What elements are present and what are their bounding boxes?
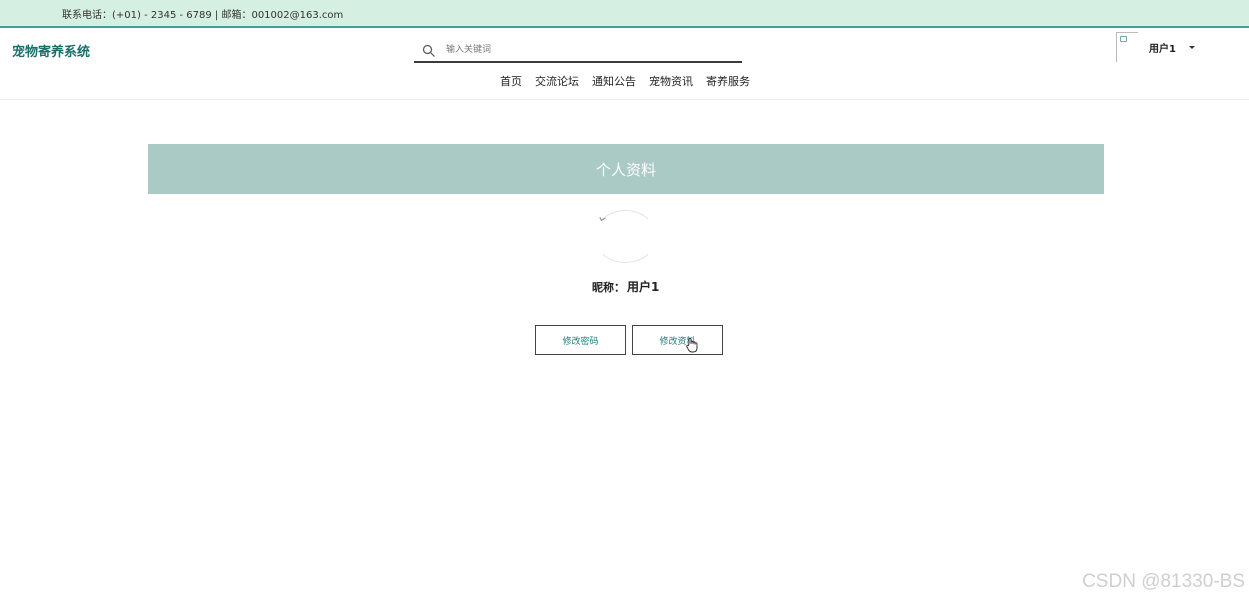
site-header: 宠物寄养系统 首页 交流论坛 通知公告 宠物资讯 寄养服务 用户1 [0,28,1249,100]
avatar[interactable] [1116,32,1138,62]
nickname-label: 昵称： [592,281,625,294]
top-contact-bar: 联系电话：(+01) - 2345 - 6789 | 邮箱：001002@163… [0,0,1249,28]
contact-info-text: 联系电话：(+01) - 2345 - 6789 | 邮箱：001002@163… [62,9,344,21]
change-password-button[interactable]: 修改密码 [535,325,626,355]
profile-avatar [594,210,657,263]
search-input[interactable] [446,39,726,60]
page-title: 个人资料 [595,160,656,179]
nav-item-forum[interactable]: 交流论坛 [535,73,579,89]
search-bar [414,38,742,63]
main-nav: 首页 交流论坛 通知公告 宠物资讯 寄养服务 [500,73,750,89]
nickname-row: 昵称： 用户1 [592,278,659,295]
nav-item-notices[interactable]: 通知公告 [592,73,636,89]
site-brand[interactable]: 宠物寄养系统 [12,41,90,60]
profile-header-banner: 个人资料 [148,144,1104,194]
nav-item-pet-news[interactable]: 宠物资讯 [649,73,693,89]
user-name[interactable]: 用户1 [1149,40,1176,55]
hand-cursor-icon [686,337,698,353]
search-icon[interactable] [422,43,436,57]
chevron-down-icon[interactable] [1188,45,1195,49]
nav-item-boarding-service[interactable]: 寄养服务 [706,73,750,89]
nickname-value: 用户1 [627,280,660,294]
nav-item-home[interactable]: 首页 [500,73,522,89]
edit-profile-button[interactable]: 修改资料 [632,325,723,355]
user-menu[interactable]: 用户1 [1116,32,1195,62]
watermark: CSDN @81330-BS [1082,571,1245,592]
